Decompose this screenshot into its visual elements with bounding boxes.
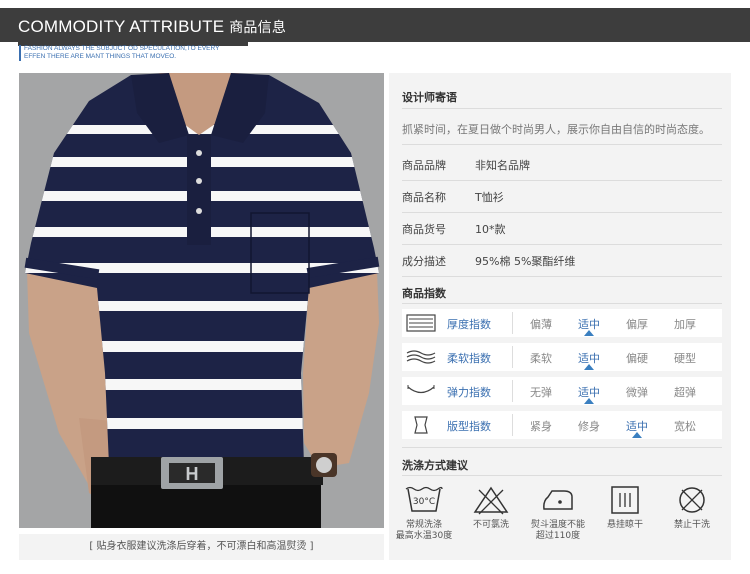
no-dry-clean-icon (679, 487, 705, 513)
wash-label-line: 超过110度 (535, 531, 581, 541)
divider (402, 276, 722, 277)
divider (512, 346, 513, 368)
wash-label: 常规洗涤 最高水温30度 (392, 520, 456, 542)
index-label: 厚度指数 (447, 318, 491, 331)
section-header-bar: COMMODITY ATTRIBUTE 商品信息 (0, 8, 750, 42)
brand-value: 非知名品牌 (475, 159, 530, 172)
indices-title: 商品指数 (402, 287, 446, 300)
softness-index-row: 柔软指数 柔软 适中 偏硬 硬型 (402, 343, 722, 371)
washing-title: 洗涤方式建议 (402, 459, 468, 472)
wash-label-line: 最高水温30度 (395, 531, 453, 541)
wash-item: 30°C 常规洗涤 最高水温30度 (392, 485, 456, 542)
wash-label-line: 常规洗涤 (405, 520, 442, 530)
index-option: 超弹 (674, 386, 696, 399)
no-bleach-icon (473, 486, 509, 515)
elasticity-icon (407, 385, 435, 394)
tagline-accent (19, 45, 21, 61)
divider (402, 212, 722, 213)
index-option: 紧身 (530, 420, 552, 433)
softness-icon (406, 350, 436, 364)
brand-label: 商品品牌 (402, 159, 446, 172)
wash-item: 熨斗温度不能 超过110度 (526, 485, 590, 542)
index-label: 弹力指数 (447, 386, 491, 399)
divider (402, 180, 722, 181)
thickness-index-row: 厚度指数 偏薄 适中 偏厚 加厚 (402, 309, 722, 337)
index-option: 加厚 (674, 318, 696, 331)
divider (512, 312, 513, 334)
care-caption: [ 贴身衣服建议洗涤后穿着，不可漂白和高温熨烫 ] (19, 534, 384, 560)
wash-label: 熨斗温度不能 超过110度 (526, 520, 590, 542)
designer-message: 抓紧时间，在夏日做个时尚男人，展示你自由自信的时尚态度。 (402, 123, 710, 136)
divider (512, 414, 513, 436)
index-option: 偏硬 (626, 352, 648, 365)
divider (512, 380, 513, 402)
fit-index-row: 版型指数 紧身 修身 适中 宽松 (402, 411, 722, 439)
selection-marker (632, 432, 642, 438)
wash-item: 禁止干洗 (660, 485, 724, 531)
tagline-line-2: EFFEN THERE ARE MANT THINGS THAT MOVEO. (24, 53, 177, 60)
designer-title: 设计师寄语 (402, 91, 457, 104)
wash-label: 不可氯洗 (472, 520, 509, 530)
index-option: 微弹 (626, 386, 648, 399)
divider (402, 108, 722, 109)
index-option: 修身 (578, 420, 600, 433)
index-option: 宽松 (674, 420, 696, 433)
name-label: 商品名称 (402, 191, 446, 204)
index-option: 无弹 (530, 386, 552, 399)
divider (402, 475, 722, 476)
wash-label: 悬挂晾干 (606, 520, 643, 530)
wash-label-line: 熨斗温度不能 (530, 520, 585, 530)
divider (402, 144, 722, 145)
iron-icon (543, 490, 573, 510)
product-photo: H (19, 73, 384, 528)
index-option: 硬型 (674, 352, 696, 365)
selection-marker (584, 398, 594, 404)
item-number-label: 商品货号 (402, 223, 446, 236)
elasticity-index-row: 弹力指数 无弹 适中 微弹 超弹 (402, 377, 722, 405)
wash-item: 不可氯洗 (459, 485, 523, 531)
thickness-icon (406, 314, 436, 332)
index-option: 偏厚 (626, 318, 648, 331)
index-option: 柔软 (530, 352, 552, 365)
fit-icon (414, 416, 428, 434)
divider (402, 303, 722, 304)
attribute-panel: 设计师寄语 抓紧时间，在夏日做个时尚男人，展示你自由自信的时尚态度。 商品品牌 … (389, 73, 731, 560)
index-label: 柔软指数 (447, 352, 491, 365)
hang-dry-icon (611, 486, 639, 514)
section-title-cn: 商品信息 (229, 20, 287, 36)
wash-label: 禁止干洗 (673, 520, 710, 530)
selection-marker (584, 364, 594, 370)
tagline: FASHION ALWAYS THE SUBJUCT OD SPECULATIO… (24, 45, 219, 61)
divider (402, 244, 722, 245)
svg-text:H: H (186, 464, 199, 484)
composition-label: 成分描述 (402, 255, 446, 268)
wash-30-icon: 30°C (405, 486, 443, 512)
wash-item: 悬挂晾干 (593, 485, 657, 531)
index-label: 版型指数 (447, 420, 491, 433)
name-value: T恤衫 (475, 191, 504, 204)
index-option: 偏薄 (530, 318, 552, 331)
selection-marker (584, 330, 594, 336)
wash-temp-text: 30°C (413, 497, 435, 507)
composition-value: 95%棉 5%聚酯纤维 (475, 255, 576, 268)
item-number-value: 10*款 (475, 223, 506, 236)
divider (402, 447, 722, 448)
tagline-line-1: FASHION ALWAYS THE SUBJUCT OD SPECULATIO… (24, 45, 220, 52)
section-title-en: COMMODITY ATTRIBUTE (18, 17, 225, 36)
section-title: COMMODITY ATTRIBUTE 商品信息 (18, 17, 286, 37)
polo-shirt-illustration: H (19, 73, 384, 528)
